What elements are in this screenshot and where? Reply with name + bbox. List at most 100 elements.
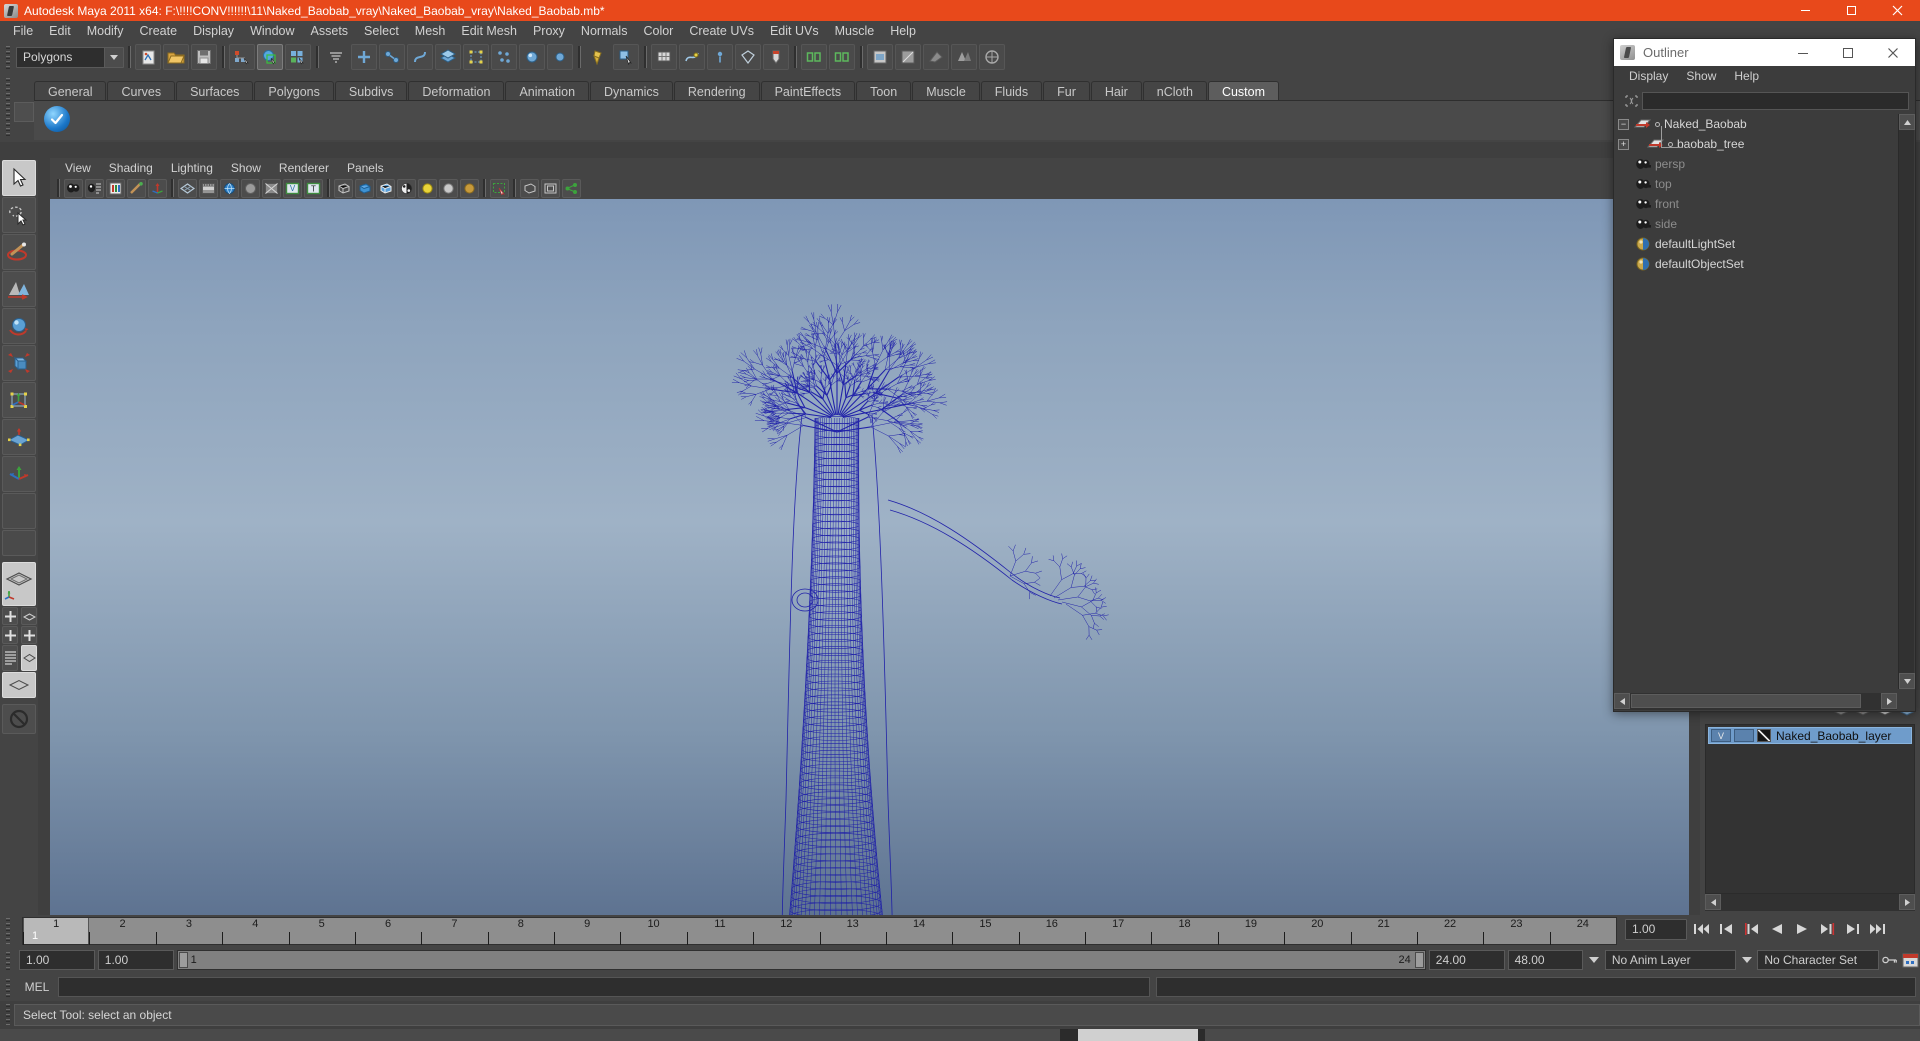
auto-key-icon[interactable] bbox=[1881, 950, 1898, 970]
shelf-tab-custom[interactable]: Custom bbox=[1207, 81, 1280, 101]
outliner-menu-show[interactable]: Show bbox=[1677, 68, 1725, 84]
image-plane-icon[interactable] bbox=[541, 178, 560, 198]
animation-end-field[interactable]: 48.00 bbox=[1507, 950, 1584, 970]
render-current-frame-icon[interactable] bbox=[867, 44, 893, 70]
shelf-tab-subdivs[interactable]: Subdivs bbox=[334, 81, 408, 101]
mask-handles-icon[interactable] bbox=[351, 44, 377, 70]
lasso-select-tool[interactable] bbox=[2, 197, 36, 233]
mask-dynamics-icon[interactable] bbox=[491, 44, 517, 70]
mask-curves-icon[interactable] bbox=[407, 44, 433, 70]
menu-item-display[interactable]: Display bbox=[185, 22, 242, 41]
new-scene-icon[interactable] bbox=[135, 44, 161, 70]
lock-selection-icon[interactable] bbox=[585, 44, 611, 70]
use-default-lighting-icon[interactable] bbox=[418, 178, 437, 198]
go-to-end-button[interactable] bbox=[1866, 918, 1887, 940]
menu-item-create-uvs[interactable]: Create UVs bbox=[681, 22, 762, 41]
outliner-menu-display[interactable]: Display bbox=[1620, 68, 1677, 84]
minimize-button[interactable] bbox=[1782, 0, 1828, 21]
play-forwards-button[interactable] bbox=[1791, 918, 1812, 940]
snap-to-point-icon[interactable] bbox=[707, 44, 733, 70]
sculpt-geometry-tool[interactable] bbox=[2, 271, 36, 307]
select-by-hierarchy-icon[interactable] bbox=[229, 44, 255, 70]
select-tool[interactable] bbox=[2, 160, 36, 196]
snap-to-projected-center-icon[interactable] bbox=[735, 44, 761, 70]
last-tool-slot[interactable] bbox=[2, 493, 36, 529]
book-bookmarks-icon[interactable] bbox=[106, 178, 125, 198]
outliner-row-persp[interactable]: persp bbox=[1614, 154, 1897, 174]
render-settings-icon[interactable] bbox=[923, 44, 949, 70]
menu-item-create[interactable]: Create bbox=[132, 22, 186, 41]
outliner-persp-layout[interactable] bbox=[2, 645, 18, 671]
wireframe-shading-icon[interactable] bbox=[334, 178, 353, 198]
anim-layer-chevron-down-icon[interactable] bbox=[1586, 950, 1602, 970]
mask-misc-icon[interactable] bbox=[547, 44, 573, 70]
mask-joints-icon[interactable] bbox=[379, 44, 405, 70]
time-slider-grip[interactable] bbox=[4, 918, 14, 944]
outliner-resize-corner[interactable] bbox=[1897, 693, 1915, 710]
step-forward-frame-button[interactable] bbox=[1816, 918, 1837, 940]
paint-select-tool[interactable] bbox=[2, 234, 36, 270]
viewport-menu-renderer[interactable]: Renderer bbox=[270, 160, 338, 176]
layer-visibility-toggle[interactable]: V bbox=[1711, 729, 1731, 742]
construction-history-off-icon[interactable] bbox=[829, 44, 855, 70]
menu-item-muscle[interactable]: Muscle bbox=[827, 22, 883, 41]
close-button[interactable] bbox=[1874, 0, 1920, 21]
display-layer-list[interactable]: V Naked_Baobab_layer bbox=[1705, 724, 1915, 894]
texture-text-icon[interactable]: T bbox=[304, 178, 323, 198]
range-start-field[interactable]: 1.00 bbox=[97, 950, 174, 970]
maximize-button[interactable] bbox=[1828, 0, 1874, 21]
share-node-icon[interactable] bbox=[562, 178, 581, 198]
playback-speed-field[interactable]: 1.00 bbox=[1625, 918, 1687, 940]
outliner-scroll-right-button[interactable] bbox=[1881, 693, 1897, 709]
texture-shade-icon[interactable] bbox=[397, 178, 416, 198]
shelf-tab-fluids[interactable]: Fluids bbox=[980, 81, 1043, 101]
outliner-menu-help[interactable]: Help bbox=[1725, 68, 1768, 84]
menu-item-color[interactable]: Color bbox=[635, 22, 681, 41]
smooth-shade-all-icon[interactable] bbox=[355, 178, 374, 198]
grid-toggle-icon[interactable] bbox=[178, 178, 197, 198]
outliner-expand-toggle-naked_baobab[interactable]: − bbox=[1618, 118, 1629, 130]
menu-item-file[interactable]: File bbox=[5, 22, 41, 41]
four-view-layout[interactable] bbox=[2, 607, 18, 625]
mask-deformations-icon[interactable] bbox=[463, 44, 489, 70]
two-pane-split-layout[interactable] bbox=[2, 626, 18, 644]
outliner-row-naked_baobab[interactable]: − Naked_Baobab bbox=[1614, 114, 1897, 134]
paint-effects-icon[interactable] bbox=[127, 178, 146, 198]
menu-item-edit-mesh[interactable]: Edit Mesh bbox=[453, 22, 525, 41]
blank-tool-slot[interactable] bbox=[2, 530, 36, 556]
resolution-gate-icon[interactable] bbox=[220, 178, 239, 198]
gate-mask-icon[interactable] bbox=[241, 178, 260, 198]
time-slider-track[interactable]: 1 1 2 3 4 5 6 7 8 9 10 11 12 13 14 15 16 17 18 19 20 21 22 23 2… bbox=[22, 917, 1617, 945]
viewport-menu-lighting[interactable]: Lighting bbox=[162, 160, 222, 176]
shade-with-wireframe-icon[interactable] bbox=[376, 178, 395, 198]
outliner-hscroll-thumb[interactable] bbox=[1631, 694, 1861, 708]
menu-item-proxy[interactable]: Proxy bbox=[525, 22, 573, 41]
soft-modification-tool[interactable] bbox=[2, 456, 36, 492]
menu-item-edit[interactable]: Edit bbox=[41, 22, 79, 41]
outliner-expand-toggle-baobab_tree[interactable]: + bbox=[1618, 138, 1629, 150]
hypershade-icon[interactable] bbox=[951, 44, 977, 70]
command-line-grip[interactable] bbox=[4, 977, 13, 997]
mask-rendering-icon[interactable] bbox=[519, 44, 545, 70]
outliner-row-defaultobjectset[interactable]: defaultObjectSet bbox=[1614, 254, 1897, 274]
move-tool[interactable] bbox=[2, 308, 36, 344]
outliner-scroll-down-button[interactable] bbox=[1899, 673, 1915, 689]
no-access-icon[interactable] bbox=[2, 704, 36, 734]
ipr-render-icon[interactable] bbox=[895, 44, 921, 70]
range-left-handle[interactable] bbox=[178, 952, 188, 968]
viewport-menu-show[interactable]: Show bbox=[222, 160, 270, 176]
outliner-row-front[interactable]: front bbox=[1614, 194, 1897, 214]
shelf-tab-animation[interactable]: Animation bbox=[505, 81, 590, 101]
shelf-tab-painteffects[interactable]: PaintEffects bbox=[760, 81, 856, 101]
range-end-field[interactable]: 24.00 bbox=[1428, 950, 1505, 970]
go-to-start-button[interactable] bbox=[1691, 918, 1712, 940]
snap-to-view-plane-icon[interactable] bbox=[763, 44, 789, 70]
use-all-lights-icon[interactable] bbox=[439, 178, 458, 198]
layer-scroll-left-button[interactable] bbox=[1705, 894, 1721, 910]
smooth-shade-icon[interactable]: V bbox=[283, 178, 302, 198]
layer-playback-toggle[interactable] bbox=[1734, 729, 1754, 742]
menu-item-normals[interactable]: Normals bbox=[573, 22, 636, 41]
select-camera-icon[interactable] bbox=[64, 178, 83, 198]
menu-item-edit-uvs[interactable]: Edit UVs bbox=[762, 22, 827, 41]
shelf-options-icon[interactable] bbox=[14, 102, 34, 122]
